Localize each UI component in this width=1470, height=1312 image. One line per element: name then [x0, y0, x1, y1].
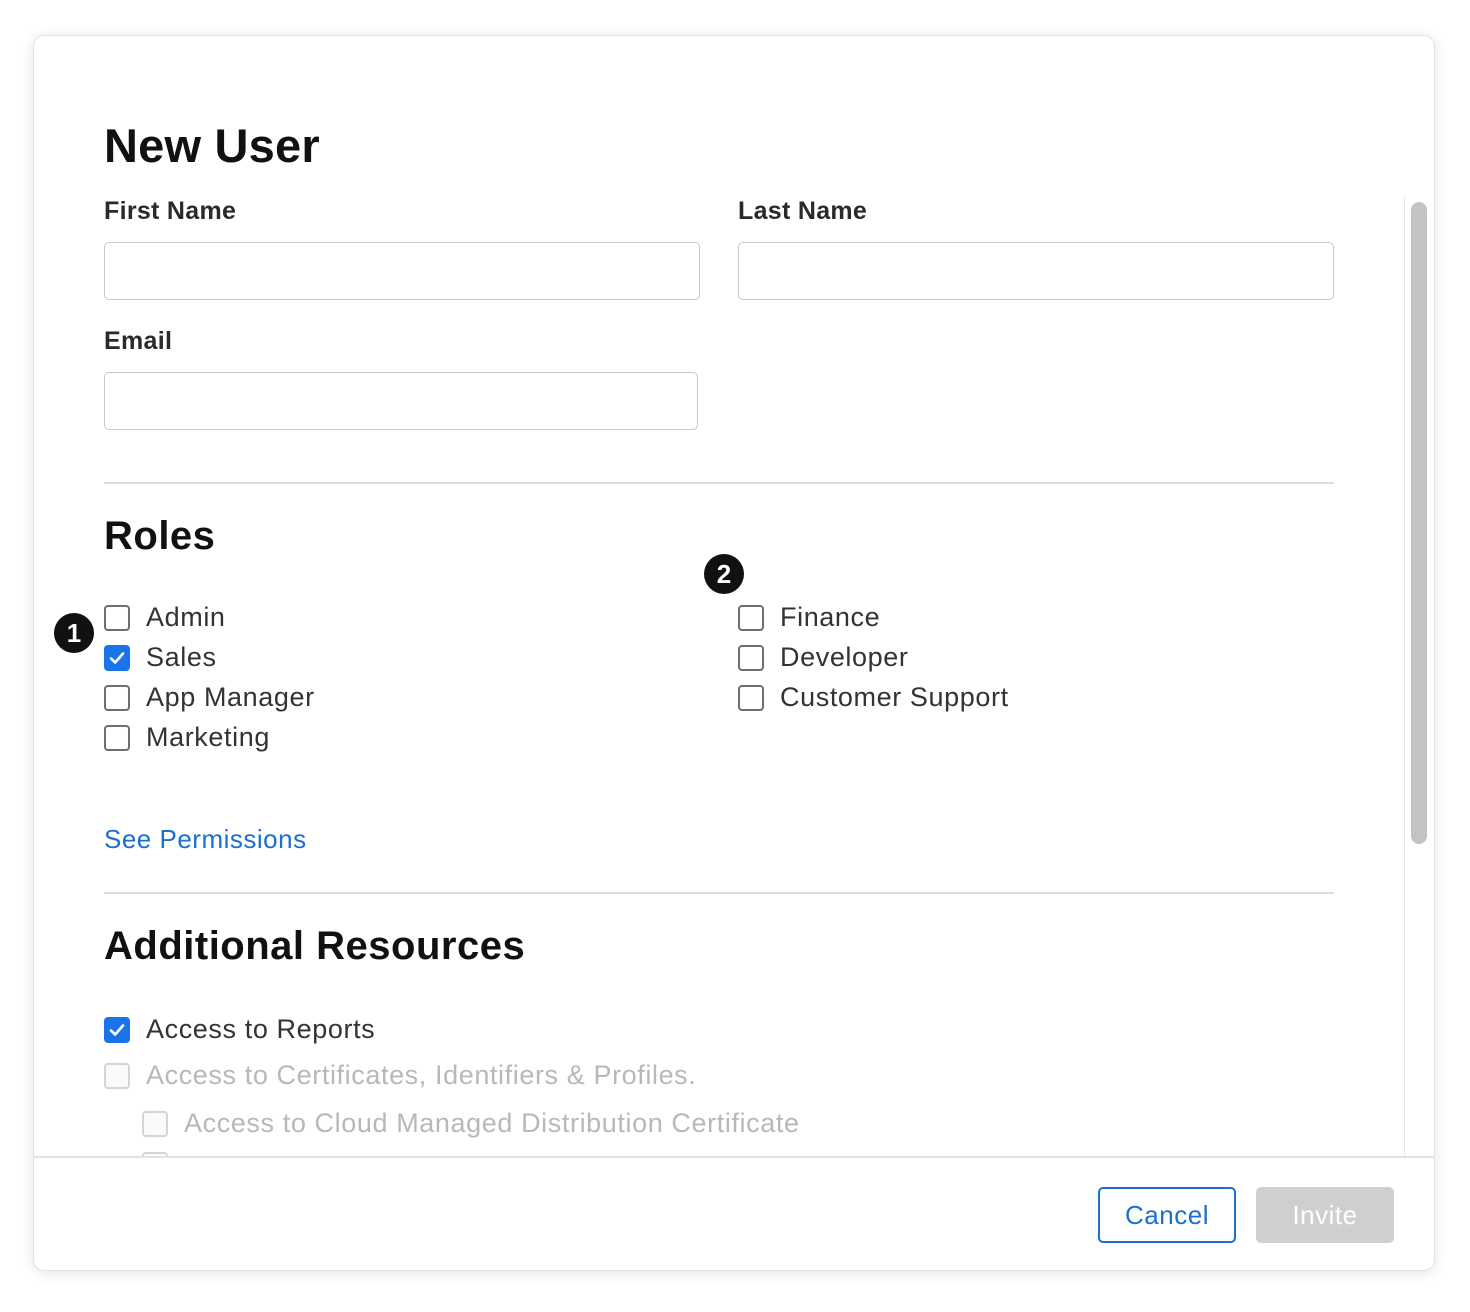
role-marketing[interactable]: Marketing — [104, 722, 270, 753]
cloud-managed-distribution-certificate-checkbox — [142, 1110, 168, 1137]
role-finance[interactable]: Finance — [738, 602, 880, 633]
section-divider — [104, 892, 1334, 894]
callout-badge-1: 1 — [54, 613, 94, 653]
email-field[interactable] — [104, 372, 698, 430]
role-developer-checkbox[interactable] — [738, 644, 764, 671]
role-app-manager[interactable]: App Manager — [104, 682, 315, 713]
role-sales-label: Sales — [146, 642, 217, 672]
scrollbar-thumb[interactable] — [1411, 202, 1427, 844]
role-customer-support-checkbox[interactable] — [738, 684, 764, 711]
last-name-field[interactable] — [738, 242, 1334, 300]
role-sales-checkbox[interactable] — [104, 644, 130, 671]
role-sales[interactable]: Sales — [104, 642, 217, 673]
see-permissions-link[interactable]: See Permissions — [104, 824, 307, 855]
resource-certificates-identifiers-profiles: Access to Certificates, Identifiers & Pr… — [104, 1060, 696, 1091]
resource-access-to-reports[interactable]: Access to Reports — [104, 1014, 375, 1045]
role-finance-checkbox[interactable] — [738, 604, 764, 631]
role-marketing-label: Marketing — [146, 722, 270, 752]
role-app-manager-label: App Manager — [146, 682, 315, 712]
first-name-field[interactable] — [104, 242, 700, 300]
resource-cloud-managed-distribution-certificate: Access to Cloud Managed Distribution Cer… — [142, 1108, 800, 1139]
role-marketing-checkbox[interactable] — [104, 724, 130, 751]
last-name-label: Last Name — [738, 197, 868, 225]
checkmark-icon — [109, 1023, 125, 1036]
section-divider — [104, 482, 1334, 484]
role-app-manager-checkbox[interactable] — [104, 684, 130, 711]
checkmark-icon — [109, 651, 125, 664]
role-admin[interactable]: Admin — [104, 602, 226, 633]
scrollbar-track — [1404, 196, 1405, 1156]
invite-button[interactable]: Invite — [1256, 1187, 1394, 1243]
dialog-title: New User — [104, 119, 320, 172]
callout-badge-2: 2 — [704, 554, 744, 594]
role-developer-label: Developer — [780, 642, 909, 672]
access-to-reports-checkbox[interactable] — [104, 1016, 130, 1043]
certificates-identifiers-profiles-label: Access to Certificates, Identifiers & Pr… — [146, 1060, 697, 1090]
access-to-reports-label: Access to Reports — [146, 1014, 376, 1044]
role-finance-label: Finance — [780, 602, 881, 632]
role-developer[interactable]: Developer — [738, 642, 908, 673]
role-admin-checkbox[interactable] — [104, 604, 130, 631]
role-customer-support[interactable]: Customer Support — [738, 682, 1009, 713]
cancel-button[interactable]: Cancel — [1098, 1187, 1236, 1243]
dialog-footer: Cancel Invite — [34, 1156, 1434, 1270]
role-admin-label: Admin — [146, 602, 226, 632]
email-label: Email — [104, 327, 173, 355]
first-name-label: First Name — [104, 197, 237, 225]
roles-heading: Roles — [104, 514, 216, 558]
cloud-managed-distribution-certificate-label: Access to Cloud Managed Distribution Cer… — [184, 1108, 800, 1138]
dialog-scroll-area[interactable]: New User First Name Last Name Email Role… — [34, 36, 1434, 1156]
additional-resources-heading: Additional Resources — [104, 924, 526, 968]
role-customer-support-label: Customer Support — [780, 682, 1009, 712]
certificates-identifiers-profiles-checkbox — [104, 1062, 130, 1089]
new-user-dialog: New User First Name Last Name Email Role… — [34, 36, 1434, 1270]
